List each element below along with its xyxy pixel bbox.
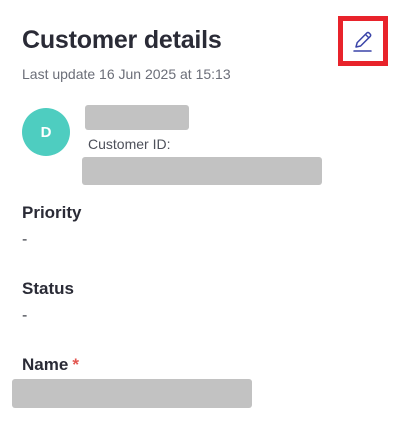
customer-id-label: Customer ID: — [88, 136, 171, 152]
required-mark: * — [72, 355, 79, 374]
edit-button[interactable] — [338, 16, 388, 66]
name-label: Name * — [22, 355, 79, 375]
customer-name-redacted — [85, 105, 189, 130]
status-label: Status — [22, 279, 74, 298]
page-title: Customer details — [22, 26, 222, 54]
priority-value: - — [22, 231, 28, 248]
priority-label: Priority — [22, 203, 82, 222]
name-label-text: Name — [22, 355, 69, 374]
avatar: D — [22, 108, 70, 156]
customer-id-redacted — [82, 157, 322, 185]
last-update-timestamp: Last update 16 Jun 2025 at 15:13 — [22, 66, 231, 82]
name-input-redacted[interactable] — [12, 379, 252, 408]
status-value: - — [22, 307, 28, 324]
pencil-icon — [350, 28, 376, 54]
